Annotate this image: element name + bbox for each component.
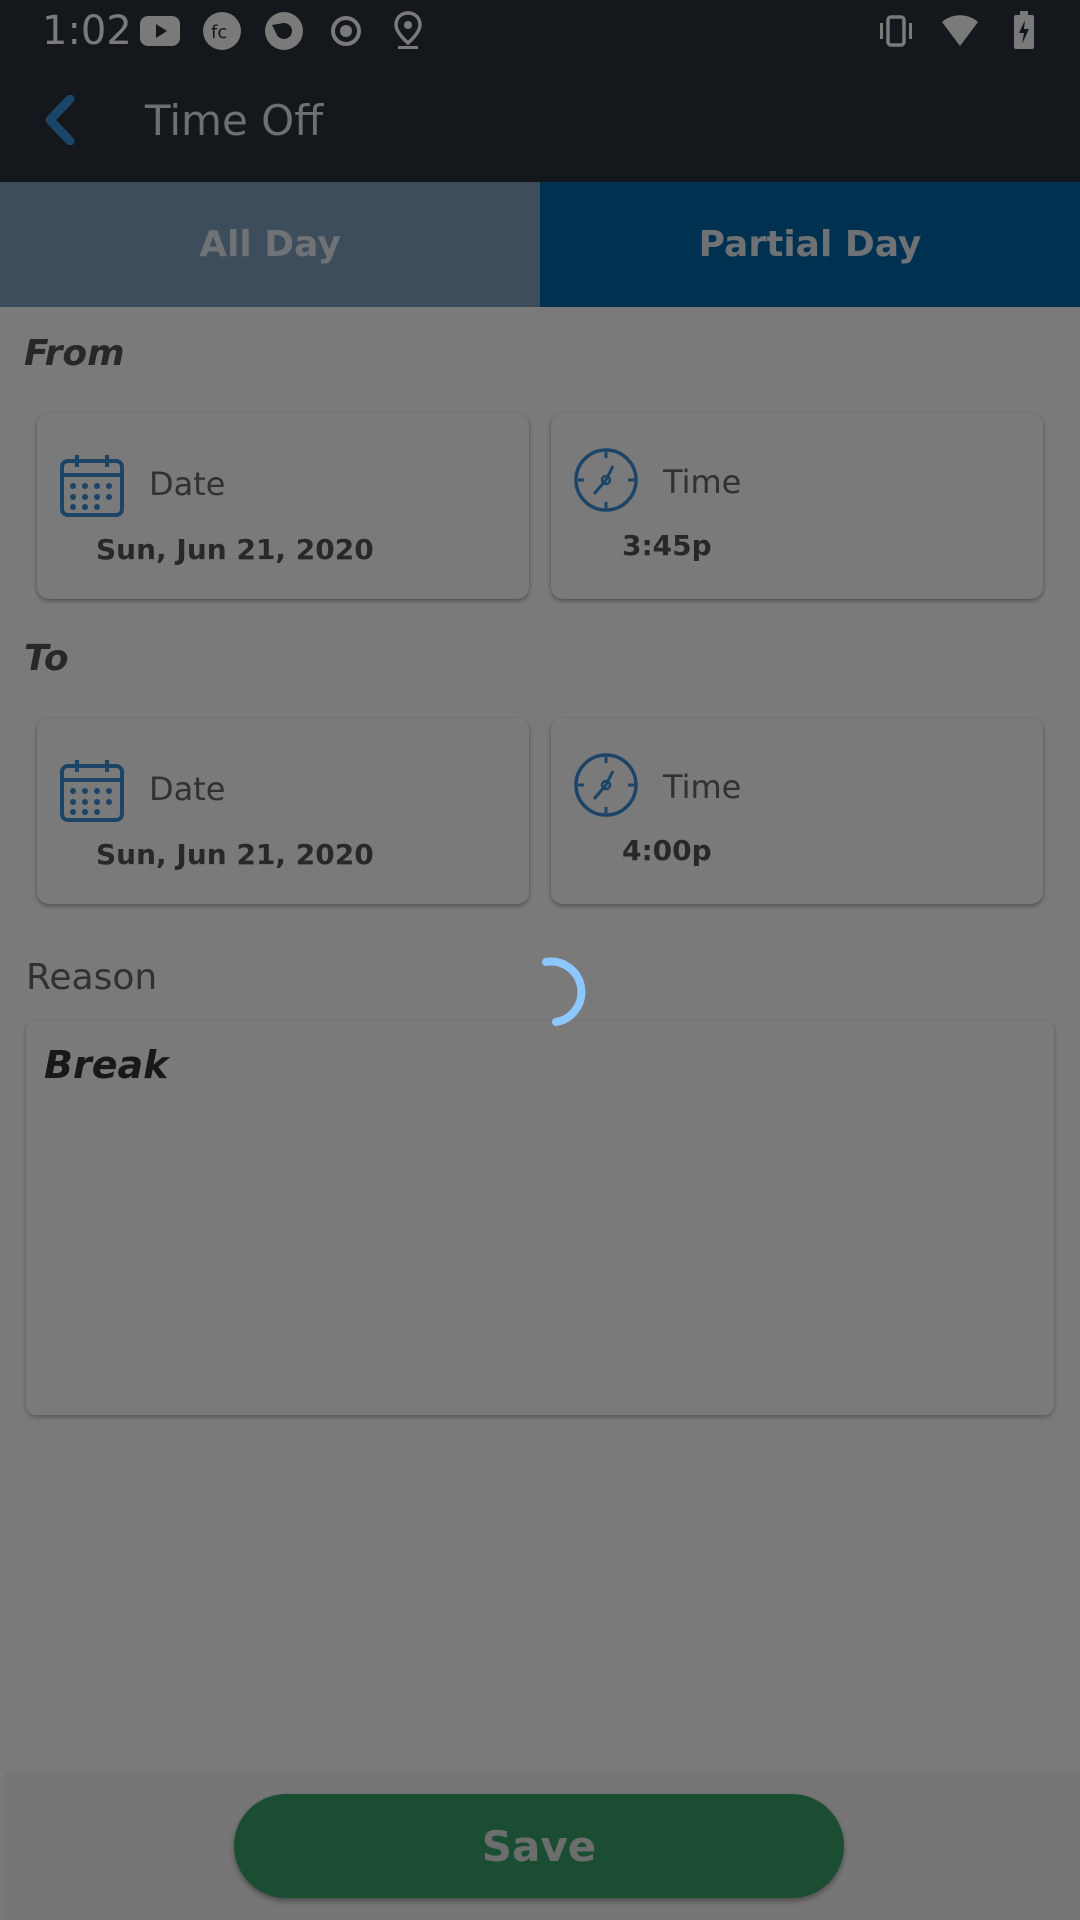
from-date-card[interactable]: Date Sun, Jun 21, 2020 <box>37 413 529 599</box>
reason-textarea[interactable]: Break <box>26 1021 1054 1415</box>
to-date-caption: Date <box>149 770 226 808</box>
fc-app-icon: fc <box>202 11 242 51</box>
battery-charging-icon <box>1004 11 1044 51</box>
save-button[interactable]: Save <box>234 1794 844 1898</box>
camera-shutter-icon <box>264 11 304 51</box>
status-time: 1:02 <box>42 8 132 54</box>
to-time-caption: Time <box>663 768 742 806</box>
calendar-icon <box>59 758 125 824</box>
reason-value: Break <box>44 1043 169 1087</box>
to-time-card[interactable]: Time 4:00p <box>551 718 1043 904</box>
loading-spinner-icon <box>510 950 590 1030</box>
record-icon <box>326 11 366 51</box>
from-date-value: Sun, Jun 21, 2020 <box>96 533 374 566</box>
vibrate-icon <box>876 11 916 51</box>
reason-label: Reason <box>26 957 158 998</box>
page-title: Time Off <box>145 96 324 145</box>
from-date-caption: Date <box>149 465 226 503</box>
tab-bar: All Day Partial Day <box>0 182 1080 307</box>
status-icons-left: fc <box>140 10 428 52</box>
status-icons-right <box>876 10 1044 52</box>
calendar-icon <box>59 453 125 519</box>
from-time-caption: Time <box>663 463 742 501</box>
to-time-value: 4:00p <box>622 834 712 867</box>
tab-all-day[interactable]: All Day <box>0 182 540 307</box>
chevron-left-icon <box>40 94 80 150</box>
from-label: From <box>24 333 125 374</box>
status-bar: 1:02 fc <box>0 0 1080 62</box>
tab-partial-day[interactable]: Partial Day <box>540 182 1080 307</box>
back-button[interactable] <box>28 90 92 154</box>
from-time-card[interactable]: Time 3:45p <box>551 413 1043 599</box>
to-date-card[interactable]: Date Sun, Jun 21, 2020 <box>37 718 529 904</box>
clock-icon <box>573 447 639 513</box>
youtube-icon <box>140 11 180 51</box>
location-pin-icon <box>388 11 428 51</box>
to-date-value: Sun, Jun 21, 2020 <box>96 838 374 871</box>
wifi-icon <box>940 11 980 51</box>
time-off-form: From Date Sun, Jun 21, 2020 Time 3:45p T… <box>0 307 1080 1920</box>
to-label: To <box>24 638 69 679</box>
svg-text:fc: fc <box>211 22 227 43</box>
from-time-value: 3:45p <box>622 529 712 562</box>
clock-icon <box>573 752 639 818</box>
app-bar: Time Off <box>0 62 1080 182</box>
